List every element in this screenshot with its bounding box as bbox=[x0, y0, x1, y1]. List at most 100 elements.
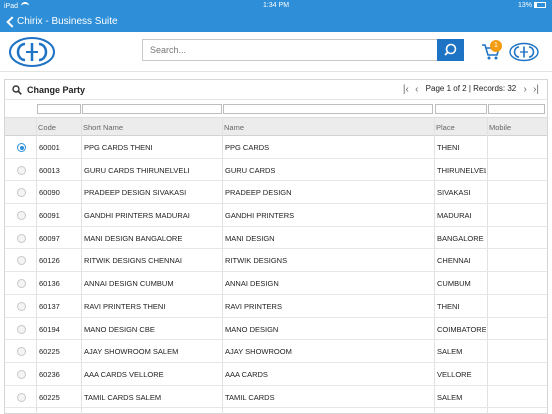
last-page-icon[interactable]: ›| bbox=[531, 85, 541, 95]
cell-short-name: ANNAI DESIGN CUMBUM bbox=[84, 279, 174, 289]
cell-place: THIRUNELVELI bbox=[437, 165, 486, 175]
column-header-short-name[interactable]: Short Name bbox=[83, 123, 123, 132]
cell-place: SALEM bbox=[437, 392, 463, 402]
cell-name: TAMIL CARDS bbox=[225, 392, 275, 402]
magnifier-icon bbox=[12, 85, 22, 95]
table-row[interactable]: 60091 GANDHI PRINTERS MADURAI GANDHI PRINT… bbox=[5, 204, 547, 227]
pager-text: Page 1 of 2 | Records: 32 bbox=[425, 84, 517, 93]
cell-place: SALEM bbox=[437, 347, 463, 357]
app-header: 1 bbox=[0, 32, 552, 72]
cell-place: COIMBATORE bbox=[437, 324, 486, 334]
table-body: 60001 PPG CARDS THENI PPG CARDS THENI 60013 G… bbox=[5, 136, 547, 409]
column-header-code[interactable]: Code bbox=[38, 123, 56, 132]
table-row[interactable]: 60194 MANO DESIGN CBE MANO DESIGN COIMBATOR… bbox=[5, 318, 547, 341]
cell-short-name: AJAY SHOWROOM SALEM bbox=[84, 347, 179, 357]
search-input[interactable] bbox=[142, 39, 464, 61]
radio-button[interactable] bbox=[17, 165, 26, 175]
cell-short-name: PRADEEP DESIGN SIVAKASI bbox=[84, 188, 187, 198]
table-header: Code Short Name Name Place Mobile bbox=[5, 117, 547, 136]
table-row[interactable]: 60090 PRADEEP DESIGN SIVAKASI PRADEEP DESI… bbox=[5, 181, 547, 205]
table-row[interactable]: 60001 PPG CARDS THENI PPG CARDS THENI bbox=[5, 136, 547, 159]
search-button[interactable] bbox=[437, 39, 464, 61]
status-time: 1:34 PM bbox=[262, 2, 290, 9]
cell-name: RAVI PRINTERS bbox=[225, 301, 282, 311]
filter-place-input[interactable] bbox=[435, 104, 487, 114]
battery-icon bbox=[534, 2, 546, 8]
table-row[interactable]: 60236 AAA CARDS VELLORE AAA CARDS VELLORE bbox=[5, 363, 547, 386]
filter-short-name-input[interactable] bbox=[82, 104, 222, 114]
cell-name: AAA CARDS bbox=[225, 369, 268, 379]
prev-page-icon[interactable]: ‹ bbox=[413, 85, 420, 95]
cell-place: CHENNAI bbox=[437, 256, 471, 266]
radio-button[interactable] bbox=[17, 324, 26, 334]
cell-place: SIVAKASI bbox=[437, 188, 471, 198]
battery-percent: 13% bbox=[517, 2, 532, 9]
cell-name: ANNAI DESIGN bbox=[225, 279, 279, 289]
table-row[interactable]: 60225 AJAY SHOWROOM SALEM AJAY SHOWROOM SAL… bbox=[5, 340, 547, 363]
cell-short-name: RAVI PRINTERS THENI bbox=[84, 301, 166, 311]
table-row[interactable]: 60225 TAMIL CARDS SALEM TAMIL CARDS SALEM bbox=[5, 386, 547, 409]
first-page-icon[interactable]: |‹ bbox=[401, 85, 411, 95]
radio-button[interactable] bbox=[17, 256, 26, 266]
column-header-place[interactable]: Place bbox=[436, 123, 455, 132]
radio-button[interactable] bbox=[17, 211, 26, 221]
cell-code: 60137 bbox=[39, 301, 60, 311]
column-header-name[interactable]: Name bbox=[224, 123, 244, 132]
cell-code: 60090 bbox=[39, 188, 60, 198]
cell-code: 60126 bbox=[39, 256, 60, 266]
panel-header: Change Party |‹ ‹ Page 1 of 2 | Records:… bbox=[5, 80, 547, 100]
cell-place: VELLORE bbox=[437, 369, 472, 379]
cell-name: PPG CARDS bbox=[225, 143, 270, 152]
status-bar: iPad 1:34 PM 13% bbox=[0, 0, 552, 12]
pager: |‹ ‹ Page 1 of 2 | Records: 32 › ›| bbox=[401, 84, 541, 96]
cell-name: MANI DESIGN bbox=[225, 233, 275, 243]
radio-button[interactable] bbox=[17, 188, 26, 198]
next-page-icon[interactable]: › bbox=[521, 85, 528, 95]
radio-button[interactable] bbox=[17, 279, 26, 289]
cell-code: 60136 bbox=[39, 279, 60, 289]
cell-place: BANGALORE bbox=[437, 233, 484, 243]
table-row[interactable]: 60013 GURU CARDS THIRUNELVELI GURU CARDS TH… bbox=[5, 159, 547, 182]
radio-button[interactable] bbox=[17, 392, 26, 402]
filter-name-input[interactable] bbox=[223, 104, 433, 114]
nav-title[interactable]: Chirix - Business Suite bbox=[17, 16, 118, 27]
radio-button[interactable] bbox=[17, 301, 26, 311]
cell-name: PRADEEP DESIGN bbox=[225, 188, 292, 198]
cell-short-name: MANI DESIGN BANGALORE bbox=[84, 233, 183, 243]
filter-code-input[interactable] bbox=[37, 104, 81, 114]
battery-status: 13% bbox=[518, 2, 546, 9]
change-party-panel: Change Party |‹ ‹ Page 1 of 2 | Records:… bbox=[4, 79, 548, 414]
cell-short-name: MANO DESIGN CBE bbox=[84, 324, 155, 334]
cell-code: 60001 bbox=[39, 143, 60, 152]
cell-code: 60097 bbox=[39, 233, 60, 243]
table-row[interactable]: 60136 ANNAI DESIGN CUMBUM ANNAI DESIGN CUMB… bbox=[5, 272, 547, 295]
cell-name: AJAY SHOWROOM bbox=[225, 347, 292, 357]
profile-logo-icon[interactable] bbox=[508, 42, 540, 62]
cell-short-name: RITWIK DESIGNS CHENNAI bbox=[84, 256, 182, 266]
cell-name: MANO DESIGN bbox=[225, 324, 279, 334]
cell-place: MADURAI bbox=[437, 211, 472, 221]
cell-name: GANDHI PRINTERS bbox=[225, 211, 295, 221]
cell-code: 60194 bbox=[39, 324, 60, 334]
search-icon bbox=[444, 43, 457, 56]
cell-place: THENI bbox=[437, 301, 460, 311]
cell-short-name: GANDHI PRINTERS MADURAI bbox=[84, 211, 190, 221]
cell-code: 60091 bbox=[39, 211, 60, 221]
cell-short-name: PPG CARDS THENI bbox=[84, 143, 153, 152]
filter-row bbox=[5, 102, 547, 116]
radio-selected[interactable] bbox=[17, 143, 26, 152]
panel-title: Change Party bbox=[27, 85, 86, 95]
radio-button[interactable] bbox=[17, 347, 26, 357]
back-chevron-icon[interactable] bbox=[6, 15, 16, 27]
table-row[interactable]: 60137 RAVI PRINTERS THENI RAVI PRINTERS THE… bbox=[5, 295, 547, 318]
company-logo-icon[interactable] bbox=[8, 36, 56, 68]
table-row[interactable]: 60097 MANI DESIGN BANGALORE MANI DESIGN BAN… bbox=[5, 227, 547, 250]
cell-code: 60013 bbox=[39, 165, 60, 175]
column-header-mobile[interactable]: Mobile bbox=[489, 123, 511, 132]
table-row[interactable]: 60126 RITWIK DESIGNS CHENNAI RITWIK DESIGN… bbox=[5, 249, 547, 273]
radio-button[interactable] bbox=[17, 233, 26, 243]
filter-mobile-input[interactable] bbox=[488, 104, 545, 114]
navigation-bar: Chirix - Business Suite bbox=[0, 12, 552, 32]
cell-name: RITWIK DESIGNS bbox=[225, 256, 288, 266]
radio-button[interactable] bbox=[17, 369, 26, 379]
